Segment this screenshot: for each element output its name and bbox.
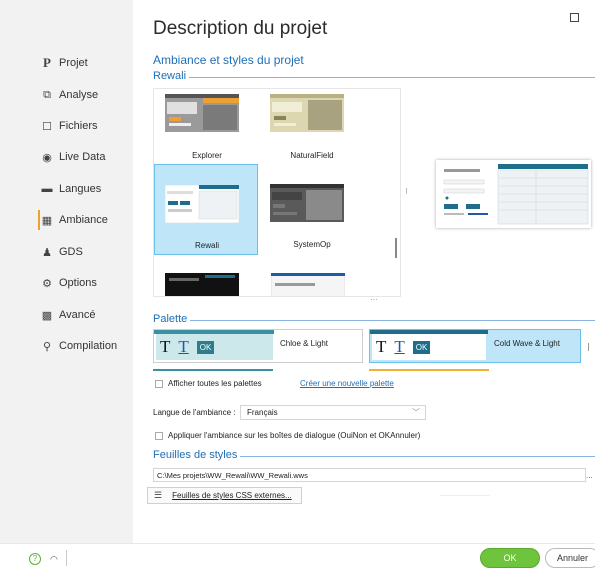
sidebar-item-label: GDS: [59, 246, 83, 258]
theme-thumbnail[interactable]: [271, 273, 345, 297]
theme-name: Explorer: [192, 151, 222, 160]
group-divider: [153, 320, 595, 321]
theme-thumbnail: [270, 94, 344, 132]
group-divider: [153, 77, 595, 78]
theme-name: SystemOp: [293, 240, 331, 249]
sidebar-item-gds[interactable]: ♟ GDS: [40, 242, 83, 262]
section-title: Ambiance et styles du projet: [153, 53, 304, 67]
advanced-icon: ▩: [41, 309, 53, 322]
project-icon: P: [43, 55, 51, 70]
browse-button[interactable]: ...: [586, 471, 593, 480]
themes-group-label: Rewali: [153, 70, 190, 82]
theme-preview: [436, 160, 591, 228]
palette-link-sample: T: [394, 337, 405, 356]
ok-button[interactable]: OK: [480, 548, 540, 568]
show-all-palettes-label: Afficher toutes les palettes: [168, 379, 262, 388]
sidebar-item-projet[interactable]: P Projet: [40, 53, 88, 73]
sidebar-item-avance[interactable]: ▩ Avancé: [40, 305, 96, 325]
language-select[interactable]: Français ﹀: [240, 405, 426, 420]
sidebar-item-label: Fichiers: [59, 120, 98, 132]
palette-scroll-indicator[interactable]: [588, 343, 589, 351]
sidebar-item-label: Compilation: [59, 340, 118, 352]
palette-name: Chloe & Light: [280, 339, 329, 348]
divider: [440, 495, 490, 496]
gauge-icon[interactable]: ◠: [50, 554, 58, 565]
theme-name: NaturalField: [290, 151, 334, 160]
menu-icon: ☰: [154, 490, 163, 500]
sidebar-item-ambiance[interactable]: ▦ Ambiance: [38, 210, 108, 230]
theme-name: Rewali: [194, 241, 219, 250]
theme-tile-rewali[interactable]: Rewali: [154, 164, 258, 255]
live-data-icon: ◉: [42, 151, 52, 164]
sidebar-item-label: Live Data: [59, 151, 106, 163]
sidebar-item-label: Avancé: [59, 309, 96, 321]
maximize-icon[interactable]: [570, 13, 579, 22]
project-description-dialog: P Projet ⧉ Analyse ☐ Fichiers ◉ Live Dat…: [0, 0, 595, 568]
sidebar-item-label: Analyse: [59, 89, 99, 101]
options-icon: ⚙: [42, 277, 52, 290]
external-css-label: Feuilles de styles CSS externes...: [172, 491, 292, 500]
sidebar-item-label: Options: [59, 277, 97, 289]
palette-text-sample: T: [376, 337, 387, 356]
palette-next-row: [369, 369, 489, 371]
analysis-icon: ⧉: [43, 88, 51, 101]
compilation-icon: ⚲: [42, 340, 52, 353]
stylesheet-path-input[interactable]: C:\Mes projets\WW_Rewali\WW_Rewali.wws: [153, 468, 586, 482]
footer-divider: [0, 543, 595, 544]
sidebar: P Projet ⧉ Analyse ☐ Fichiers ◉ Live Dat…: [0, 0, 133, 543]
chevron-down-icon: ﹀: [412, 408, 420, 417]
sidebar-item-live-data[interactable]: ◉ Live Data: [40, 147, 105, 167]
theme-thumbnail: [165, 185, 239, 223]
apply-dialogs-checkbox[interactable]: [155, 432, 163, 440]
language-label: Langue de l'ambiance :: [153, 408, 236, 417]
files-icon: ☐: [42, 120, 52, 133]
sidebar-item-analyse[interactable]: ⧉ Analyse: [40, 85, 98, 105]
page-title: Description du projet: [153, 18, 328, 39]
sidebar-item-options[interactable]: ⚙ Options: [40, 273, 97, 293]
help-icon[interactable]: ?: [29, 553, 41, 565]
stylesheets-group-label: Feuilles de styles: [153, 449, 241, 461]
sidebar-item-label: Projet: [59, 57, 88, 69]
theme-tile-systemop[interactable]: SystemOp: [260, 164, 364, 255]
theme-thumbnail: [270, 184, 344, 222]
gallery-more-indicator: ⋯: [370, 295, 378, 304]
palette-text-sample: T: [160, 337, 171, 356]
sidebar-item-label: Ambiance: [59, 214, 108, 226]
palette-link-sample: T: [178, 337, 189, 356]
gallery-scrollbar[interactable]: [395, 238, 397, 258]
palette-swatch: T T OK: [156, 334, 273, 360]
languages-icon: ▬: [41, 183, 53, 195]
palette-cold-wave-light[interactable]: T T OK Cold Wave & Light: [369, 329, 581, 363]
sidebar-item-fichiers[interactable]: ☐ Fichiers: [40, 116, 98, 136]
theme-thumbnail: [165, 94, 239, 132]
palette-name: Cold Wave & Light: [494, 339, 560, 348]
palette-chloe-light[interactable]: T T OK Chloe & Light: [153, 329, 363, 363]
splitter-handle[interactable]: [406, 188, 407, 194]
palette-group-label: Palette: [153, 313, 191, 325]
palette-next-row: [153, 369, 273, 371]
language-value: Français: [247, 408, 278, 417]
show-all-palettes-checkbox[interactable]: [155, 380, 163, 388]
sidebar-item-compilation[interactable]: ⚲ Compilation: [40, 336, 117, 356]
palette-ok-sample: OK: [196, 340, 215, 354]
create-palette-link[interactable]: Créer une nouvelle palette: [300, 379, 394, 388]
external-css-button[interactable]: ☰ Feuilles de styles CSS externes...: [147, 487, 302, 504]
palette-ok-sample: OK: [412, 340, 431, 354]
theme-thumbnail[interactable]: [165, 273, 239, 297]
divider: [66, 550, 67, 566]
theme-gallery: Explorer NaturalField Rewali SystemOp: [153, 88, 401, 297]
sidebar-item-langues[interactable]: ▬ Langues: [40, 179, 102, 199]
apply-dialogs-label: Appliquer l'ambiance sur les boîtes de d…: [168, 431, 421, 440]
sidebar-item-label: Langues: [59, 183, 102, 195]
ambiance-icon: ▦: [41, 214, 53, 227]
cancel-button[interactable]: Annuler: [545, 548, 595, 568]
gds-icon: ♟: [42, 246, 52, 259]
palette-swatch: T T OK: [372, 334, 486, 360]
